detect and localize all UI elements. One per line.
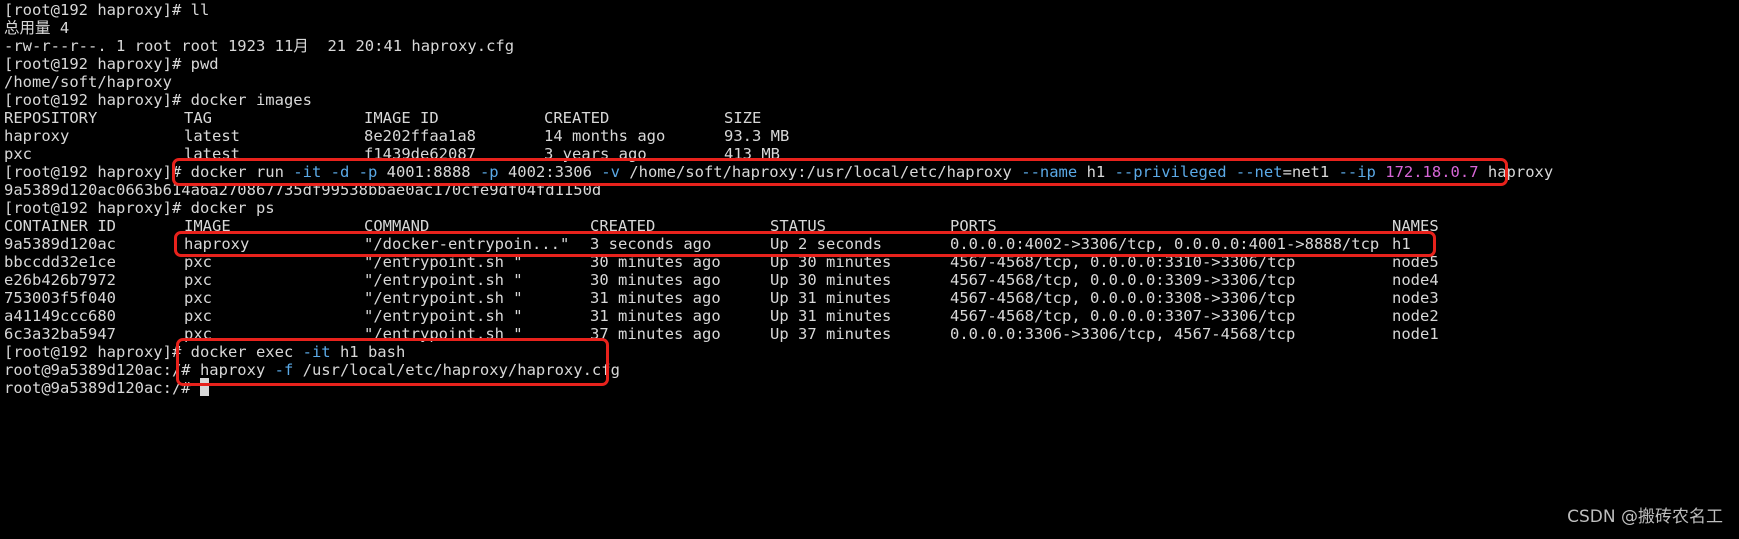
images-cell-created: 14 months ago (544, 127, 666, 145)
ps-cell-container-id: 753003f5f040 (4, 289, 116, 307)
ps-cell-ports: 4567-4568/tcp, 0.0.0.0:3308->3306/tcp (950, 289, 1296, 307)
terminal-line-file-listing: -rw-r--r--. 1 root root 1923 11月 21 20:4… (4, 37, 515, 55)
highlight-box-exec-commands (176, 338, 609, 386)
ps-cell-container-id: 6c3a32ba5947 (4, 325, 116, 343)
ps-cell-ports: 0.0.0.0:3306->3306/tcp, 4567-4568/tcp (950, 325, 1296, 343)
shell-prompt: root@9a5389d120ac:/# (4, 361, 200, 379)
shell-prompt: [root@192 haproxy]# (4, 163, 191, 181)
ps-cell-ports: 4567-4568/tcp, 0.0.0.0:3307->3306/tcp (950, 307, 1296, 325)
ps-col-container-id: CONTAINER ID (4, 217, 116, 235)
ps-cell-created: 37 minutes ago (590, 325, 721, 343)
ps-table-row: e26b426b7972 pxc "/entrypoint.sh " 30 mi… (4, 270, 1604, 290)
images-cell-repository: haproxy (4, 127, 70, 145)
terminal-window[interactable]: [root@192 haproxy]# ll 总用量 4 -rw-r--r--.… (0, 0, 1739, 539)
images-table-header: REPOSITORY TAG IMAGE ID CREATED SIZE (4, 108, 904, 128)
images-cell-image-id: 8e202ffaa1a8 (364, 127, 476, 145)
ps-cell-container-id: e26b426b7972 (4, 271, 116, 289)
terminal-line-pwd: [root@192 haproxy]# pwd (4, 55, 219, 73)
ps-cell-image: pxc (184, 307, 212, 325)
ps-cell-created: 30 minutes ago (590, 271, 721, 289)
images-col-created: CREATED (544, 109, 610, 127)
shell-prompt: root@9a5389d120ac:/# (4, 379, 200, 397)
ps-cell-created: 31 minutes ago (590, 289, 721, 307)
highlight-box-docker-run (172, 158, 1508, 186)
shell-prompt: [root@192 haproxy]# (4, 343, 191, 361)
ps-cell-names: node2 (1392, 307, 1439, 325)
images-col-repository: REPOSITORY (4, 109, 98, 127)
terminal-line-total: 总用量 4 (4, 19, 70, 37)
ps-cell-names: node3 (1392, 289, 1439, 307)
images-cell-size: 93.3 MB (724, 127, 790, 145)
ps-cell-container-id: bbccdd32e1ce (4, 253, 116, 271)
terminal-line-docker-images: [root@192 haproxy]# docker images (4, 91, 312, 109)
ps-cell-command: "/entrypoint.sh " (364, 271, 523, 289)
ps-cell-status: Up 31 minutes (770, 289, 892, 307)
ps-cell-command: "/entrypoint.sh " (364, 307, 523, 325)
images-col-tag: TAG (184, 109, 212, 127)
ps-cell-container-id: 9a5389d120ac (4, 235, 116, 253)
ps-cell-names: node4 (1392, 271, 1439, 289)
watermark: CSDN @搬砖农名工 (1567, 507, 1723, 527)
ps-cell-status: Up 31 minutes (770, 307, 892, 325)
images-col-size: SIZE (724, 109, 762, 127)
ps-cell-ports: 4567-4568/tcp, 0.0.0.0:3309->3306/tcp (950, 271, 1296, 289)
ps-table-row: a41149ccc680 pxc "/entrypoint.sh " 31 mi… (4, 306, 1604, 326)
highlight-box-haproxy-container (174, 231, 1436, 257)
images-cell-tag: latest (184, 127, 240, 145)
ps-cell-container-id: a41149ccc680 (4, 307, 116, 325)
ps-cell-status: Up 30 minutes (770, 271, 892, 289)
ps-cell-created: 31 minutes ago (590, 307, 721, 325)
images-cell-repository: pxc (4, 145, 32, 163)
ps-table-row: 753003f5f040 pxc "/entrypoint.sh " 31 mi… (4, 288, 1604, 308)
ps-cell-image: pxc (184, 289, 212, 307)
terminal-line-pwd-output: /home/soft/haproxy (4, 73, 172, 91)
ps-cell-status: Up 37 minutes (770, 325, 892, 343)
ps-cell-image: pxc (184, 271, 212, 289)
ps-cell-command: "/entrypoint.sh " (364, 289, 523, 307)
images-col-image-id: IMAGE ID (364, 109, 439, 127)
images-table-row: haproxy latest 8e202ffaa1a8 14 months ag… (4, 126, 904, 146)
terminal-line-docker-ps: [root@192 haproxy]# docker ps (4, 199, 275, 217)
ps-cell-names: node1 (1392, 325, 1439, 343)
terminal-line-ll: [root@192 haproxy]# ll (4, 1, 210, 19)
